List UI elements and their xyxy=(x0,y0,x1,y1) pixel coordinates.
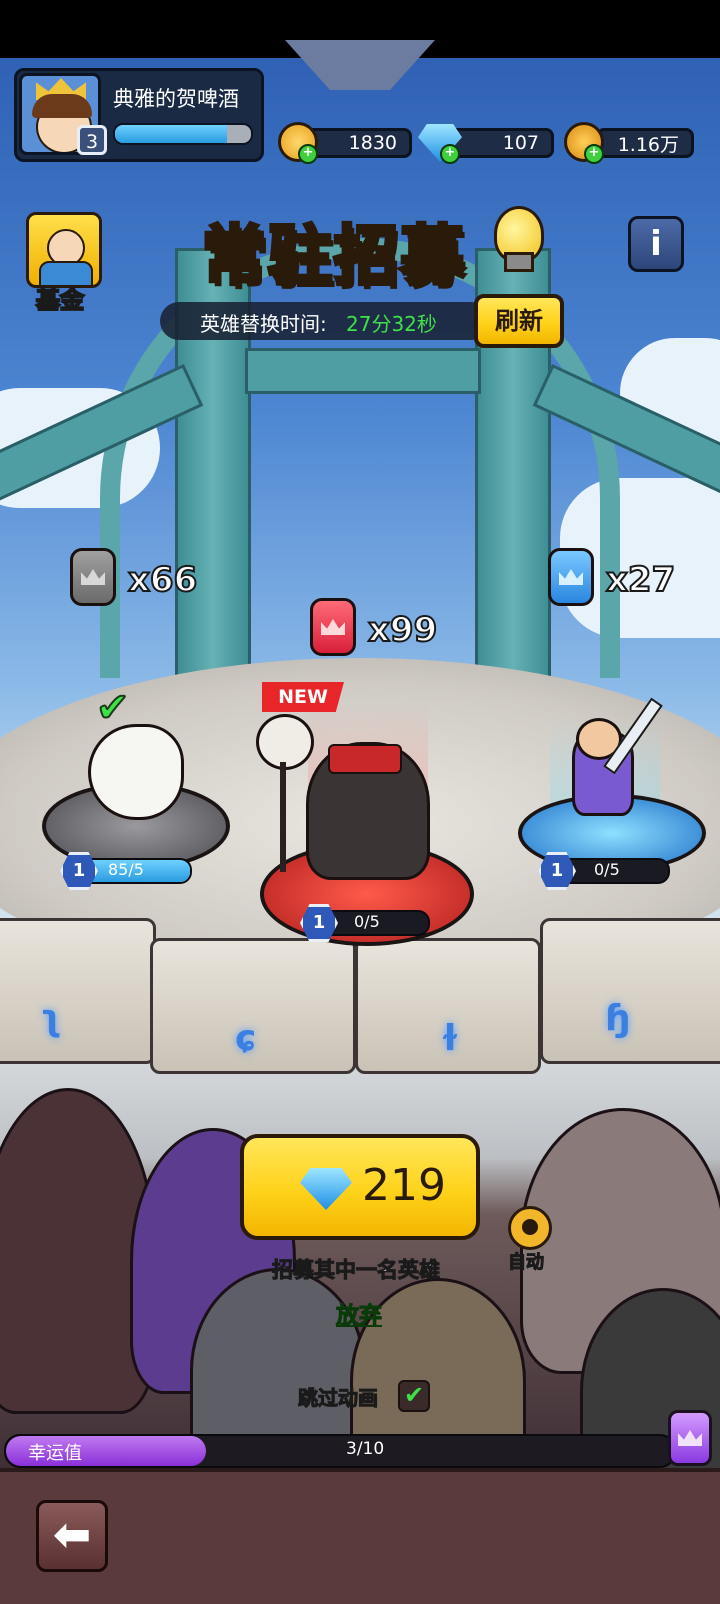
recruit-caption: 招募其中一名英雄 xyxy=(272,1258,441,1283)
add-gold-icon[interactable]: + xyxy=(584,144,604,164)
refresh-timer-bar: 英雄替换时间: 27分32秒 xyxy=(160,302,490,340)
crown-icon xyxy=(559,569,583,585)
rune-glyph: ɕ xyxy=(235,1018,257,1059)
add-smiley-coin-icon[interactable]: + xyxy=(298,144,318,164)
refresh-button[interactable]: 刷新 xyxy=(474,294,564,348)
hero-right-progress-text: 0/5 xyxy=(594,860,620,879)
staff xyxy=(280,762,286,872)
white-bird-hero xyxy=(88,724,184,820)
crown-icon xyxy=(678,1430,702,1446)
front-stone xyxy=(540,918,720,1064)
hero-slot-center[interactable]: NEW xyxy=(248,682,478,946)
gold-counter[interactable]: 1.16万 xyxy=(596,128,694,158)
exp-bar xyxy=(113,123,253,145)
diamond-icon xyxy=(300,1168,352,1210)
gray-token-count: x66 xyxy=(127,559,198,601)
crown-icon xyxy=(81,569,105,585)
luck-bar: 幸运值 3/10 xyxy=(4,1434,676,1468)
diamond-counter[interactable]: 107 xyxy=(448,128,554,158)
auto-label[interactable]: 自动 xyxy=(508,1248,545,1274)
exp-bar-fill xyxy=(115,125,227,143)
red-mask xyxy=(328,744,402,774)
skip-animation-checkbox[interactable]: ✔ xyxy=(398,1380,430,1412)
avatar-hair xyxy=(32,94,92,118)
add-diamond-icon[interactable]: + xyxy=(440,144,460,164)
page-title: 常驻招募 xyxy=(200,218,466,296)
refresh-timer-value: 27分32秒 xyxy=(346,312,437,336)
player-name: 典雅的贺啤酒 xyxy=(113,87,239,111)
rune-glyph: ʅ xyxy=(40,998,62,1039)
recruit-cost: 219 xyxy=(362,1160,446,1211)
purple-token-icon[interactable] xyxy=(668,1410,712,1466)
back-arrow-icon[interactable]: ⬅ xyxy=(36,1500,108,1572)
gold-value: 1.16万 xyxy=(617,133,679,156)
red-token-count: x99 xyxy=(367,609,438,651)
bottom-panel xyxy=(0,1468,720,1604)
gear-icon[interactable] xyxy=(508,1206,552,1250)
abandon-link[interactable]: 放弃 xyxy=(336,1296,383,1330)
fund-button[interactable] xyxy=(26,212,102,288)
luck-value: 3/10 xyxy=(346,1439,385,1459)
red-token-icon xyxy=(310,598,356,656)
gray-token-icon xyxy=(70,548,116,606)
lightbulb-base xyxy=(504,252,534,272)
skip-animation-label: 跳过动画 xyxy=(298,1386,379,1411)
luck-label: 幸运值 xyxy=(28,1443,82,1464)
hero-left-progress-text: 85/5 xyxy=(108,860,144,879)
refresh-timer-label: 英雄替换时间: xyxy=(200,312,327,336)
blue-token-icon xyxy=(548,548,594,606)
recruit-button[interactable]: 219 xyxy=(240,1134,480,1240)
rune-glyph: ɫ xyxy=(440,1018,461,1059)
rune-glyph: ɧ xyxy=(605,998,631,1039)
blue-token-count: x27 xyxy=(605,559,676,601)
hero-center-progress-text: 0/5 xyxy=(354,912,380,931)
info-icon[interactable]: i xyxy=(628,216,684,272)
selected-check-icon: ✔ xyxy=(95,685,131,731)
front-stone xyxy=(0,918,156,1064)
fund-label: 基金 xyxy=(35,285,85,315)
diamond-value: 107 xyxy=(502,132,539,154)
player-level-badge: 3 xyxy=(77,125,107,155)
crown-icon xyxy=(321,619,345,635)
smiley-coin-value: 1830 xyxy=(348,132,397,154)
player-card[interactable]: 3 典雅的贺啤酒 xyxy=(14,68,264,162)
arch-beam xyxy=(245,348,481,394)
new-tag: NEW xyxy=(262,682,344,712)
